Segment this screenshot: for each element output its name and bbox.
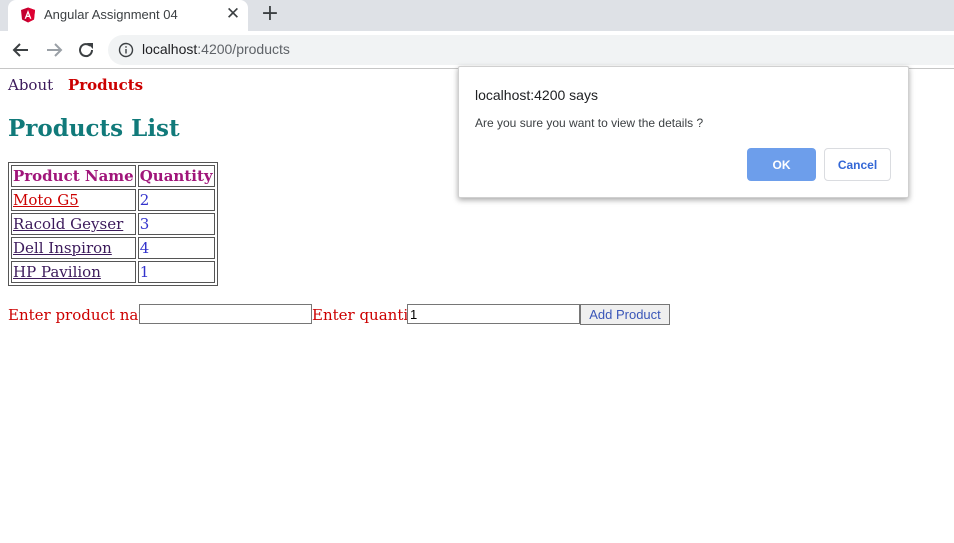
quantity-cell: 3 <box>137 213 215 235</box>
product-name-cell: Racold Geyser <box>11 213 136 235</box>
product-link[interactable]: Moto G5 <box>13 191 79 209</box>
product-link[interactable]: Racold Geyser <box>13 215 123 233</box>
browser-toolbar: localhost:4200/products <box>0 31 954 69</box>
nav-link-products[interactable]: Products <box>68 76 143 94</box>
dialog-title: localhost:4200 says <box>475 87 598 103</box>
table-row: Racold Geyser 3 <box>11 213 215 235</box>
table-header-row: Product Name Quantity <box>11 165 215 187</box>
add-product-button[interactable]: Add Product <box>580 304 670 325</box>
plus-icon[interactable]: + <box>259 3 281 25</box>
column-header-quantity: Quantity <box>137 165 215 187</box>
table-row: HP Pavilion 1 <box>11 261 215 283</box>
arrow-left-icon[interactable] <box>8 37 34 63</box>
browser-tab[interactable]: Angular Assignment 04 ✕ <box>8 0 248 31</box>
column-header-product-name: Product Name <box>11 165 136 187</box>
tab-strip: Angular Assignment 04 ✕ + <box>0 0 954 31</box>
product-name-cell: HP Pavilion <box>11 261 136 283</box>
nav-link-about[interactable]: About <box>8 76 53 94</box>
ok-button[interactable]: OK <box>747 148 816 181</box>
dialog-message: Are you sure you want to view the detail… <box>475 116 704 130</box>
address-bar[interactable]: localhost:4200/products <box>108 35 954 65</box>
products-table: Product Name Quantity Moto G5 2 Racold G… <box>8 162 218 286</box>
table-row: Dell Inspiron 4 <box>11 237 215 259</box>
quantity-input[interactable] <box>407 304 580 324</box>
table-row: Moto G5 2 <box>11 189 215 211</box>
info-icon[interactable] <box>118 42 134 58</box>
product-name-cell: Moto G5 <box>11 189 136 211</box>
url-path: :4200/products <box>197 41 290 57</box>
url-host: localhost <box>142 41 198 57</box>
quantity-cell: 4 <box>137 237 215 259</box>
product-name-cell: Dell Inspiron <box>11 237 136 259</box>
quantity-cell: 2 <box>137 189 215 211</box>
page-title: Products List <box>8 115 180 142</box>
confirm-dialog: localhost:4200 says Are you sure you wan… <box>458 66 909 198</box>
cancel-button[interactable]: Cancel <box>824 148 891 181</box>
product-link[interactable]: HP Pavilion <box>13 263 101 281</box>
tab-title: Angular Assignment 04 <box>44 7 178 22</box>
quantity-cell: 1 <box>137 261 215 283</box>
close-icon[interactable]: ✕ <box>224 5 242 23</box>
angular-logo-icon <box>21 7 35 23</box>
product-name-input[interactable] <box>139 304 312 324</box>
url-text: localhost:4200/products <box>142 41 290 57</box>
arrow-right-icon[interactable] <box>41 37 67 63</box>
reload-icon[interactable] <box>73 37 99 63</box>
product-link[interactable]: Dell Inspiron <box>13 239 112 257</box>
